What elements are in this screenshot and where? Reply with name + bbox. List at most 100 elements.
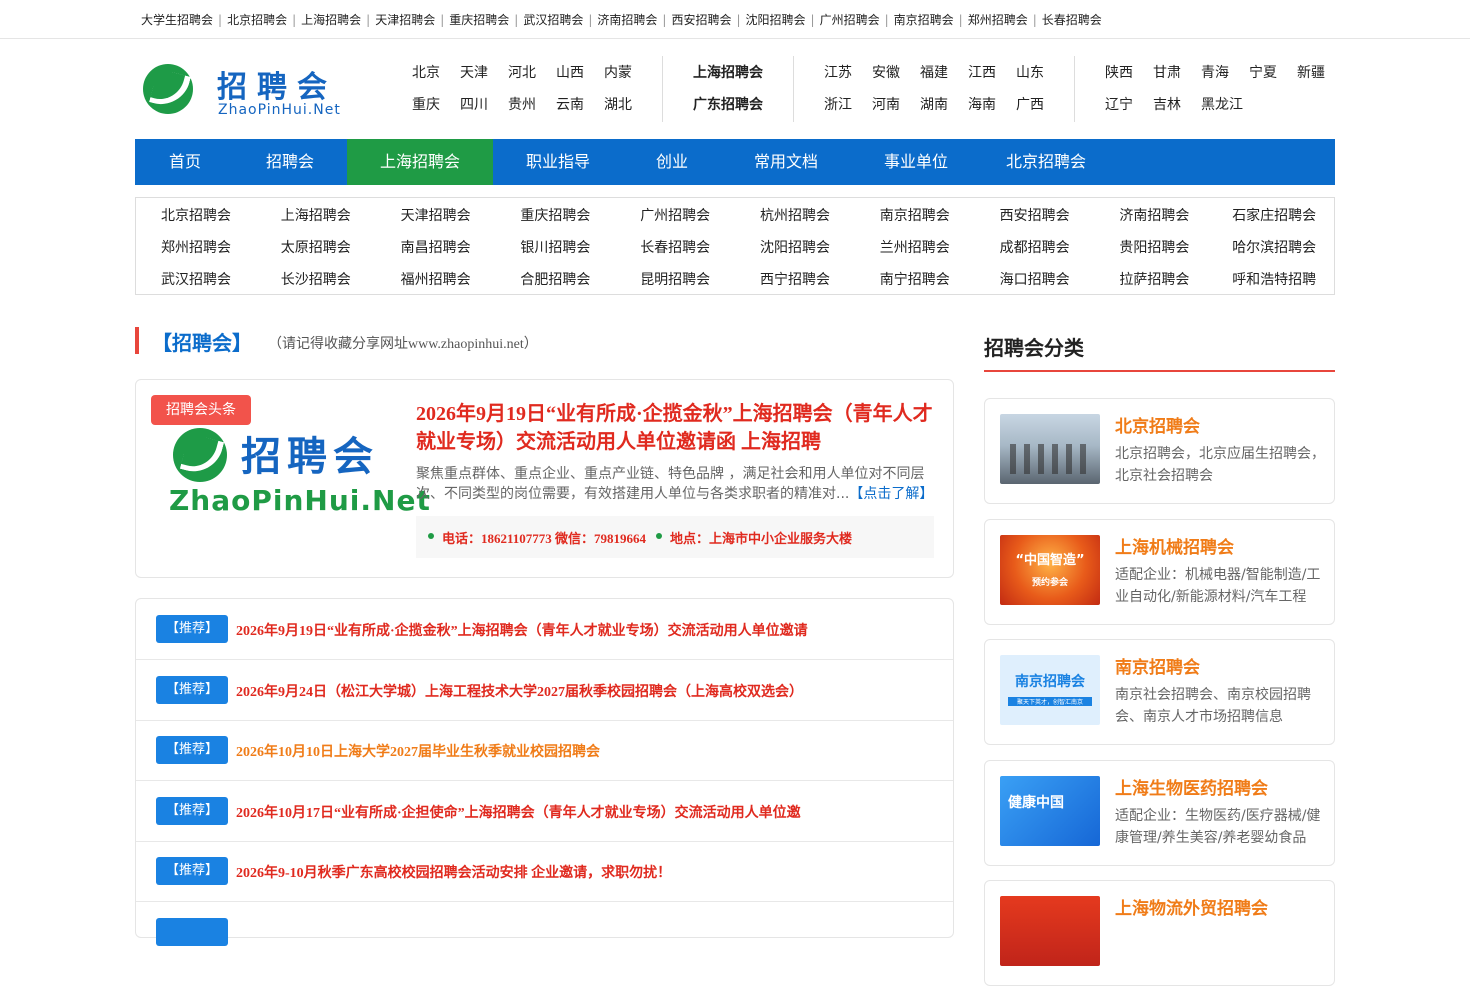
province-link[interactable]: 江苏 <box>824 62 852 84</box>
province-link[interactable]: 吉林 <box>1153 94 1181 116</box>
recommend-link[interactable]: 2026年9月24日（松江大学城）上海工程技术大学2027届秋季校园招聘会（上海… <box>236 681 803 701</box>
city-link[interactable]: 广州招聘会 <box>615 205 735 225</box>
site-logo[interactable]: 招聘会 ZhaoPinHui.Net <box>141 60 351 122</box>
recommend-link[interactable]: 2026年9月19日“业有所成·企揽金秋”上海招聘会（青年人才就业专场）交流活动… <box>236 620 808 640</box>
city-link[interactable]: 郑州招聘会 <box>136 237 256 257</box>
top-link[interactable]: 沈阳招聘会 <box>746 13 806 27</box>
province-link[interactable]: 广西 <box>1016 94 1044 116</box>
read-more-link[interactable]: 【点击了解】 <box>849 486 933 502</box>
category-card[interactable]: 北京招聘会 北京招聘会，北京应届生招聘会，北京社会招聘会 <box>984 398 1335 504</box>
province-link[interactable]: 四川 <box>460 94 488 116</box>
city-link[interactable]: 海口招聘会 <box>975 269 1095 289</box>
city-link[interactable]: 西宁招聘会 <box>735 269 855 289</box>
city-link[interactable]: 石家庄招聘会 <box>1214 205 1334 225</box>
card-title[interactable]: 上海生物医药招聘会 <box>1115 774 1268 799</box>
province-link[interactable]: 甘肃 <box>1153 62 1181 84</box>
province-link[interactable]: 重庆 <box>412 94 440 116</box>
top-link[interactable]: 南京招聘会 <box>894 13 954 27</box>
nav-item[interactable]: 北京招聘会 <box>981 139 1111 185</box>
category-card[interactable]: 健康中国 上海生物医药招聘会 适配企业：生物医药/医疗器械/健康管理/养生美容/… <box>984 760 1335 866</box>
province-link[interactable]: 湖北 <box>604 94 632 116</box>
city-link[interactable]: 沈阳招聘会 <box>735 237 855 257</box>
card-title[interactable]: 上海机械招聘会 <box>1115 533 1234 558</box>
city-link[interactable]: 哈尔滨招聘会 <box>1214 237 1334 257</box>
province-link[interactable]: 贵州 <box>508 94 536 116</box>
top-link[interactable]: 重庆招聘会 <box>449 13 509 27</box>
nav-item[interactable]: 上海招聘会 <box>347 139 493 185</box>
city-link[interactable]: 南宁招聘会 <box>855 269 975 289</box>
province-link[interactable]: 黑龙江 <box>1201 94 1243 116</box>
city-link[interactable]: 上海招聘会 <box>256 205 376 225</box>
nav-item[interactable]: 常用文档 <box>721 139 851 185</box>
city-link[interactable]: 兰州招聘会 <box>855 237 975 257</box>
province-link[interactable]: 湖南 <box>920 94 948 116</box>
category-card[interactable]: 上海物流外贸招聘会 <box>984 880 1335 986</box>
card-title[interactable]: 南京招聘会 <box>1115 653 1200 678</box>
recommend-row[interactable]: 【推荐】 2026年9-10月秋季广东高校校园招聘会活动安排 企业邀请，求职勿扰！ <box>136 841 953 902</box>
city-link[interactable]: 重庆招聘会 <box>495 205 615 225</box>
province-link[interactable]: 广东招聘会 <box>693 94 763 116</box>
city-link[interactable]: 北京招聘会 <box>136 205 256 225</box>
province-link[interactable]: 天津 <box>460 62 488 84</box>
city-link[interactable]: 杭州招聘会 <box>735 205 855 225</box>
city-link[interactable]: 西安招聘会 <box>975 205 1095 225</box>
city-link[interactable]: 武汉招聘会 <box>136 269 256 289</box>
recommend-row[interactable]: 【推荐】 2026年10月17日“业有所成·企担使命”上海招聘会（青年人才就业专场… <box>136 781 953 842</box>
city-link[interactable]: 银川招聘会 <box>495 237 615 257</box>
province-link[interactable]: 山东 <box>1016 62 1044 84</box>
province-link[interactable]: 内蒙 <box>604 62 632 84</box>
province-link[interactable]: 河北 <box>508 62 536 84</box>
category-card[interactable]: “中国智造” 预约参会 上海机械招聘会 适配企业：机械电器/智能制造/工业自动化… <box>984 519 1335 625</box>
province-link[interactable]: 江西 <box>968 62 996 84</box>
province-link[interactable]: 浙江 <box>824 94 852 116</box>
recommend-link[interactable]: 2026年9-10月秋季广东高校校园招聘会活动安排 企业邀请，求职勿扰！ <box>236 862 671 882</box>
recommend-link[interactable]: 2026年10月17日“业有所成·企担使命”上海招聘会（青年人才就业专场）交流活… <box>236 802 801 822</box>
nav-item[interactable]: 事业单位 <box>851 139 981 185</box>
province-link[interactable]: 福建 <box>920 62 948 84</box>
province-link[interactable]: 新疆 <box>1297 62 1325 84</box>
city-link[interactable]: 呼和浩特招聘 <box>1214 269 1334 289</box>
province-link[interactable]: 上海招聘会 <box>693 62 763 84</box>
recommend-link[interactable]: 2026年10月10日上海大学2027届毕业生秋季就业校园招聘会 <box>236 741 600 761</box>
province-link[interactable]: 陕西 <box>1105 62 1133 84</box>
city-link[interactable]: 福州招聘会 <box>376 269 496 289</box>
city-link[interactable]: 长春招聘会 <box>615 237 735 257</box>
nav-item[interactable]: 职业指导 <box>493 139 623 185</box>
headline-title[interactable]: 2026年9月19日“业有所成·企揽金秋”上海招聘会（青年人才就业专场）交流活动… <box>416 400 936 456</box>
city-link[interactable]: 长沙招聘会 <box>256 269 376 289</box>
card-title[interactable]: 北京招聘会 <box>1115 412 1200 437</box>
city-link[interactable]: 成都招聘会 <box>975 237 1095 257</box>
province-link[interactable]: 宁夏 <box>1249 62 1277 84</box>
city-link[interactable]: 贵阳招聘会 <box>1094 237 1214 257</box>
city-link[interactable]: 昆明招聘会 <box>615 269 735 289</box>
nav-item[interactable]: 首页 <box>135 139 235 185</box>
top-link[interactable]: 济南招聘会 <box>597 13 657 27</box>
top-link[interactable]: 西安招聘会 <box>671 13 731 27</box>
city-link[interactable]: 济南招聘会 <box>1094 205 1214 225</box>
city-link[interactable]: 合肥招聘会 <box>495 269 615 289</box>
city-link[interactable]: 天津招聘会 <box>376 205 496 225</box>
province-link[interactable]: 辽宁 <box>1105 94 1133 116</box>
recommend-row[interactable]: 【推荐】 2026年10月10日上海大学2027届毕业生秋季就业校园招聘会 <box>136 720 953 781</box>
nav-item[interactable]: 创业 <box>623 139 721 185</box>
headline-card[interactable]: 招聘会头条 招聘会 ZhaoPinHui.Net 2026年9月19日“业有所成… <box>135 379 954 578</box>
card-title[interactable]: 上海物流外贸招聘会 <box>1115 894 1268 919</box>
top-link[interactable]: 武汉招聘会 <box>523 13 583 27</box>
province-link[interactable]: 云南 <box>556 94 584 116</box>
recommend-row[interactable]: 【推荐】 2026年9月24日（松江大学城）上海工程技术大学2027届秋季校园招聘… <box>136 660 953 721</box>
province-link[interactable]: 北京 <box>412 62 440 84</box>
province-link[interactable]: 安徽 <box>872 62 900 84</box>
city-link[interactable]: 南京招聘会 <box>855 205 975 225</box>
top-link[interactable]: 北京招聘会 <box>227 13 287 27</box>
top-link[interactable]: 广州招聘会 <box>820 13 880 27</box>
category-card[interactable]: 南京招聘会 聚天下英才，创智汇南京 南京招聘会 南京社会招聘会、南京校园招聘会、… <box>984 639 1335 745</box>
province-link[interactable]: 海南 <box>968 94 996 116</box>
recommend-row[interactable]: 【推荐】 2026年9月19日“业有所成·企揽金秋”上海招聘会（青年人才就业专场）… <box>136 599 953 660</box>
province-link[interactable]: 山西 <box>556 62 584 84</box>
city-link[interactable]: 南昌招聘会 <box>376 237 496 257</box>
province-link[interactable]: 青海 <box>1201 62 1229 84</box>
top-link[interactable]: 大学生招聘会 <box>141 13 213 27</box>
top-link[interactable]: 郑州招聘会 <box>968 13 1028 27</box>
top-link[interactable]: 天津招聘会 <box>375 13 435 27</box>
city-link[interactable]: 太原招聘会 <box>256 237 376 257</box>
